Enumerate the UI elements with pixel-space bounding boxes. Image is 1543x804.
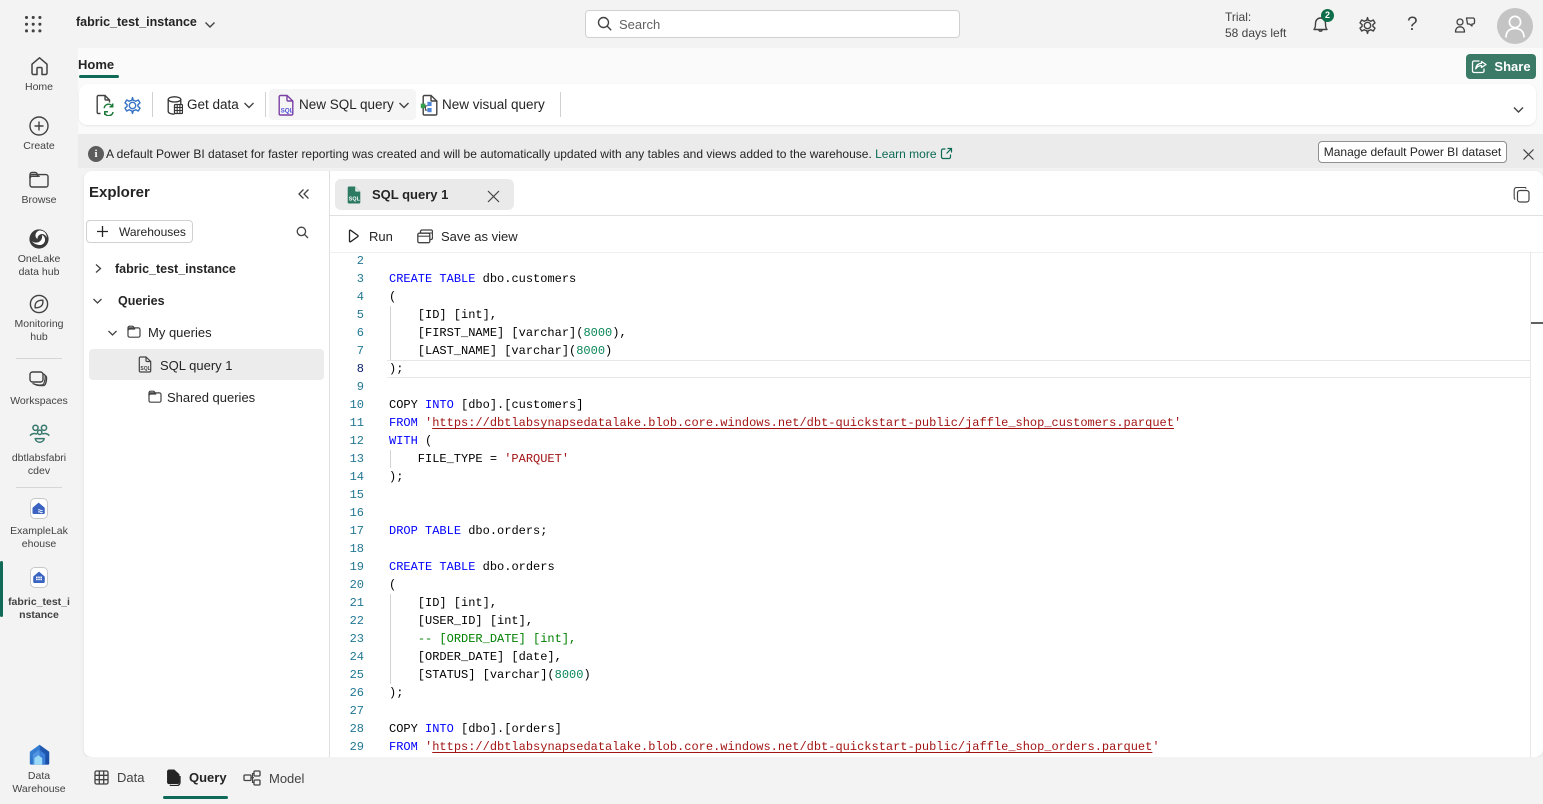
svg-text:SQL: SQL — [349, 196, 361, 202]
svg-text:SQL: SQL — [140, 366, 150, 372]
svg-text:SQL: SQL — [281, 108, 294, 115]
